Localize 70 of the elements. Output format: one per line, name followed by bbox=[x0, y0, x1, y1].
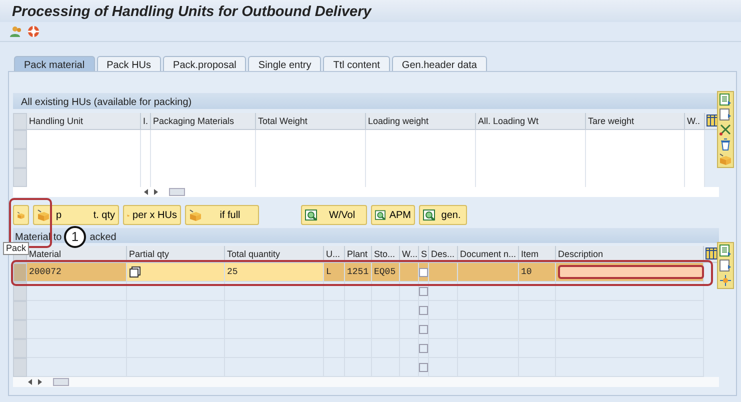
magnifier-icon bbox=[305, 208, 318, 222]
scroll-thumb[interactable] bbox=[169, 188, 185, 196]
checkbox[interactable] bbox=[419, 287, 428, 296]
people-icon[interactable] bbox=[10, 25, 23, 38]
delete-icon[interactable] bbox=[719, 138, 732, 151]
window-title: Processing of Handling Units for Outbound Delivery bbox=[0, 0, 741, 22]
column-header: I. bbox=[141, 113, 151, 130]
table-cell bbox=[372, 358, 400, 377]
scroll-right-icon[interactable] bbox=[37, 378, 43, 386]
pack-button[interactable]: gen. bbox=[419, 205, 467, 225]
description-field[interactable] bbox=[558, 265, 704, 279]
box-icon bbox=[37, 208, 50, 222]
tab[interactable]: Ttl content bbox=[323, 56, 390, 71]
column-settings-icon[interactable] bbox=[705, 247, 718, 260]
scroll-thumb[interactable] bbox=[53, 378, 69, 386]
magnifier-icon bbox=[423, 208, 436, 222]
table-cell bbox=[345, 358, 372, 377]
table-cell bbox=[141, 130, 151, 149]
checkbox[interactable] bbox=[419, 363, 428, 372]
copy-icon[interactable] bbox=[129, 266, 142, 279]
column-header: W.. bbox=[685, 113, 705, 130]
column-header: Handling Unit bbox=[27, 113, 141, 130]
magnifier-icon bbox=[375, 208, 386, 222]
checkbox[interactable] bbox=[419, 344, 428, 353]
pack-button[interactable]: if full bbox=[185, 205, 259, 225]
checkbox[interactable] bbox=[419, 325, 428, 334]
scroll-left-icon[interactable] bbox=[143, 188, 149, 196]
table-cell: 25 bbox=[225, 263, 324, 282]
table-cell: 10 bbox=[519, 263, 556, 282]
pack-button[interactable]: W/Vol bbox=[301, 205, 367, 225]
callout-number: 1 bbox=[64, 226, 86, 248]
tab[interactable]: Gen.header data bbox=[392, 56, 487, 71]
table-corner bbox=[13, 113, 27, 130]
pack-button[interactable]: p t. qty bbox=[33, 205, 119, 225]
pack-button[interactable]: per x HUs bbox=[123, 205, 181, 225]
tab[interactable]: Single entry bbox=[248, 56, 322, 71]
column-header: Tare weight bbox=[586, 113, 685, 130]
pack-button[interactable]: APM bbox=[371, 205, 415, 225]
table-cell: L bbox=[324, 263, 345, 282]
table-cell: 1251 bbox=[345, 263, 372, 282]
column-header: Loading weight bbox=[366, 113, 476, 130]
column-header: Total Weight bbox=[256, 113, 366, 130]
lifebuoy-icon[interactable] bbox=[27, 25, 40, 38]
tab[interactable]: Pack.proposal bbox=[163, 56, 246, 71]
section-title-fragment: Material to bbox=[15, 231, 62, 241]
scissors-icon[interactable] bbox=[719, 123, 732, 136]
box-icon bbox=[189, 208, 202, 222]
table-cell bbox=[519, 358, 556, 377]
table-cell bbox=[324, 358, 345, 377]
column-settings-icon[interactable] bbox=[706, 114, 719, 128]
section-title: All existing HUs (available for packing) bbox=[21, 96, 192, 107]
scroll-right-icon[interactable] bbox=[153, 188, 159, 196]
column-header: Packaging Materials bbox=[151, 113, 256, 130]
table-cell bbox=[458, 358, 519, 377]
export-icon[interactable] bbox=[719, 93, 732, 106]
tooltip: Pack bbox=[3, 242, 30, 255]
table-cell: 200072 bbox=[27, 263, 127, 282]
tab[interactable]: Pack material bbox=[14, 56, 95, 71]
pack-button[interactable] bbox=[13, 205, 29, 225]
section-title-fragment: acked bbox=[90, 231, 116, 241]
table-cell bbox=[685, 130, 705, 149]
split-icon[interactable] bbox=[719, 274, 732, 287]
tab[interactable]: Pack HUs bbox=[96, 56, 162, 71]
scroll-left-icon[interactable] bbox=[27, 378, 33, 386]
table-cell bbox=[458, 263, 519, 282]
column-header: All. Loading Wt bbox=[476, 113, 586, 130]
export-icon[interactable] bbox=[719, 244, 732, 257]
table-cell: EQ05 bbox=[372, 263, 400, 282]
checkbox[interactable] bbox=[419, 306, 428, 315]
checkbox[interactable] bbox=[419, 268, 428, 277]
